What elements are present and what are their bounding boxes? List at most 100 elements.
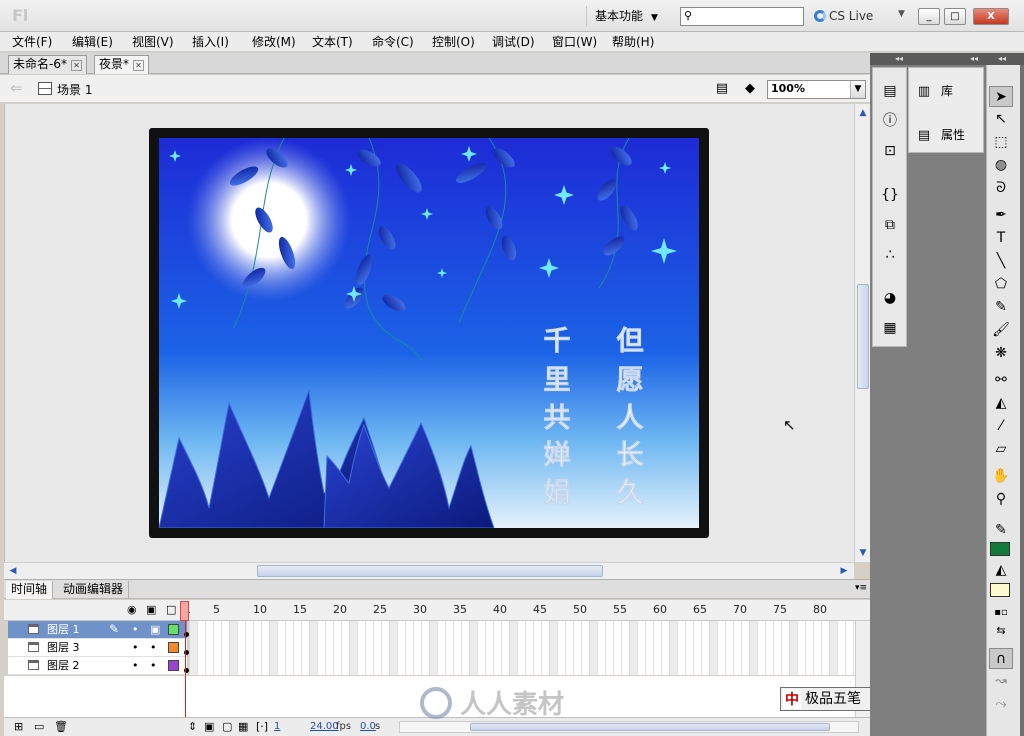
- menu-view[interactable]: 视图(V): [132, 34, 174, 50]
- align-icon[interactable]: ▤: [880, 81, 900, 101]
- eye-icon[interactable]: ◉: [127, 603, 137, 616]
- smooth-icon[interactable]: ↝: [989, 671, 1013, 692]
- menu-text[interactable]: 文本(T): [312, 34, 353, 50]
- expand-icon[interactable]: ◂◂: [970, 54, 978, 63]
- outline-icon[interactable]: □: [166, 603, 176, 616]
- layer-name[interactable]: 图层 2: [47, 657, 80, 674]
- new-layer-icon[interactable]: ⊞: [14, 720, 23, 733]
- properties-button[interactable]: ▤ 属性: [915, 125, 981, 145]
- collapse-icon[interactable]: ◂◂: [998, 54, 1006, 63]
- maximize-button[interactable]: □: [944, 8, 966, 25]
- stroke-color-icon[interactable]: ✎: [989, 520, 1013, 541]
- lock-dot[interactable]: •: [150, 639, 157, 656]
- components-icon[interactable]: ⧉: [880, 215, 900, 235]
- pencil-tool-icon[interactable]: ✎: [989, 297, 1013, 318]
- visibility-dot[interactable]: •: [132, 657, 139, 674]
- selection-tool-icon[interactable]: ➤: [989, 86, 1013, 107]
- snap-to-objects-icon[interactable]: ∩: [989, 648, 1013, 669]
- menu-commands[interactable]: 命令(C): [372, 34, 414, 50]
- tab-timeline[interactable]: 时间轴: [6, 581, 54, 599]
- menu-edit[interactable]: 编辑(E): [72, 34, 113, 50]
- layer-name[interactable]: 图层 1: [47, 621, 80, 638]
- paint-bucket-tool-icon[interactable]: ◭: [989, 393, 1013, 414]
- actions-icon[interactable]: {}: [880, 185, 900, 205]
- stage-canvas[interactable]: 千 里 共 婵 娟 但 愿 人 长 久: [149, 128, 709, 538]
- tab-night-scene[interactable]: 夜景* ✕: [94, 55, 150, 74]
- 3d-rotation-tool-icon[interactable]: ◍: [989, 155, 1013, 176]
- menu-insert[interactable]: 插入(I): [192, 34, 229, 50]
- layer-row[interactable]: 图层 3 • •: [8, 639, 187, 657]
- back-arrow-icon[interactable]: ⇐: [10, 79, 23, 97]
- menu-modify[interactable]: 修改(M): [252, 34, 296, 50]
- bone-tool-icon[interactable]: ⚯: [989, 370, 1013, 391]
- swap-colors-icon[interactable]: ⇆: [989, 620, 1013, 641]
- brush-tool-icon[interactable]: 🖌: [989, 320, 1013, 341]
- workspace-switcher[interactable]: 基本功能 ▼: [586, 6, 662, 26]
- library-button[interactable]: ▥ 库: [915, 81, 981, 101]
- elapsed-time[interactable]: 0.0: [360, 721, 376, 732]
- onion-outline-icon[interactable]: ▢: [222, 720, 232, 733]
- straighten-icon[interactable]: ⤳: [989, 694, 1013, 715]
- collapse-icon[interactable]: ◂◂: [895, 54, 903, 63]
- menu-control[interactable]: 控制(O): [432, 34, 475, 50]
- stage-horizontal-scrollbar[interactable]: ◀ ▶: [4, 562, 854, 579]
- lock-dot[interactable]: •: [150, 657, 157, 674]
- close-icon[interactable]: ✕: [70, 60, 82, 71]
- edit-multiple-icon[interactable]: ▦: [238, 720, 248, 733]
- scroll-left-icon[interactable]: ◀: [6, 564, 20, 578]
- delete-icon[interactable]: 🗑: [54, 720, 68, 733]
- scroll-thumb[interactable]: [857, 284, 869, 389]
- layer-outline-color[interactable]: [168, 624, 179, 635]
- zoom-select[interactable]: 100% ▼: [767, 80, 866, 99]
- chevron-down-icon[interactable]: ▼: [898, 9, 905, 19]
- edit-scene-icon[interactable]: ▤: [713, 81, 731, 98]
- visibility-dot[interactable]: •: [132, 639, 139, 656]
- tab-motion-editor[interactable]: 动画编辑器: [58, 581, 130, 599]
- scroll-up-icon[interactable]: ▲: [856, 106, 870, 120]
- scroll-down-icon[interactable]: ▼: [856, 546, 870, 560]
- motion-presets-icon[interactable]: ∴: [880, 245, 900, 265]
- eraser-tool-icon[interactable]: ▱: [989, 439, 1013, 460]
- subselection-tool-icon[interactable]: ↖: [989, 109, 1013, 130]
- new-folder-icon[interactable]: ▭: [34, 720, 44, 733]
- deco-tool-icon[interactable]: ❋: [989, 343, 1013, 364]
- text-tool-icon[interactable]: T: [989, 228, 1013, 249]
- menu-help[interactable]: 帮助(H): [612, 34, 654, 50]
- onion-skin-icon[interactable]: ▣: [204, 720, 214, 733]
- close-button[interactable]: X: [973, 8, 1009, 25]
- stroke-color-swatch[interactable]: [990, 542, 1010, 556]
- edit-symbol-icon[interactable]: ◆: [741, 81, 759, 98]
- center-frame-icon[interactable]: ⇕: [188, 720, 197, 733]
- cs-live-button[interactable]: CS Live: [814, 7, 873, 25]
- lock-icon[interactable]: ▣: [150, 621, 160, 638]
- fill-color-icon[interactable]: ◭: [989, 560, 1013, 581]
- layer-name[interactable]: 图层 3: [47, 639, 80, 656]
- frame-rate[interactable]: 24.00: [310, 721, 339, 732]
- layer-outline-color[interactable]: [168, 642, 179, 653]
- scroll-thumb[interactable]: [257, 565, 603, 577]
- menu-window[interactable]: 窗口(W): [552, 34, 597, 50]
- layer-row[interactable]: 图层 2 • •: [8, 657, 187, 675]
- free-transform-tool-icon[interactable]: ⬚: [989, 132, 1013, 153]
- tab-untitled-6[interactable]: 未命名-6* ✕: [8, 55, 87, 74]
- timeline-horizontal-scrollbar[interactable]: [399, 721, 859, 733]
- info-icon[interactable]: ⓘ: [880, 111, 900, 131]
- eyedropper-tool-icon[interactable]: ⁄: [989, 416, 1013, 437]
- pen-tool-icon[interactable]: ✒: [989, 205, 1013, 226]
- panel-menu-icon[interactable]: ▾≡: [855, 583, 867, 593]
- zoom-tool-icon[interactable]: ⚲: [989, 489, 1013, 510]
- scroll-right-icon[interactable]: ▶: [837, 564, 851, 578]
- hand-tool-icon[interactable]: ✋: [989, 466, 1013, 487]
- stage-vertical-scrollbar[interactable]: ▲ ▼: [854, 104, 870, 562]
- scene-breadcrumb[interactable]: 场景 1: [57, 81, 92, 98]
- search-input[interactable]: [697, 9, 801, 24]
- help-search[interactable]: ⚲: [680, 7, 804, 26]
- modify-markers-icon[interactable]: [·]: [256, 720, 268, 733]
- visibility-dot[interactable]: •: [132, 621, 139, 638]
- transform-icon[interactable]: ⊡: [880, 141, 900, 161]
- ime-chinese-icon[interactable]: 中: [783, 689, 801, 709]
- swatches-icon[interactable]: ▦: [880, 318, 900, 338]
- close-icon[interactable]: ✕: [133, 60, 145, 71]
- color-icon[interactable]: ◕: [880, 288, 900, 308]
- lasso-tool-icon[interactable]: ᘐ: [989, 178, 1013, 199]
